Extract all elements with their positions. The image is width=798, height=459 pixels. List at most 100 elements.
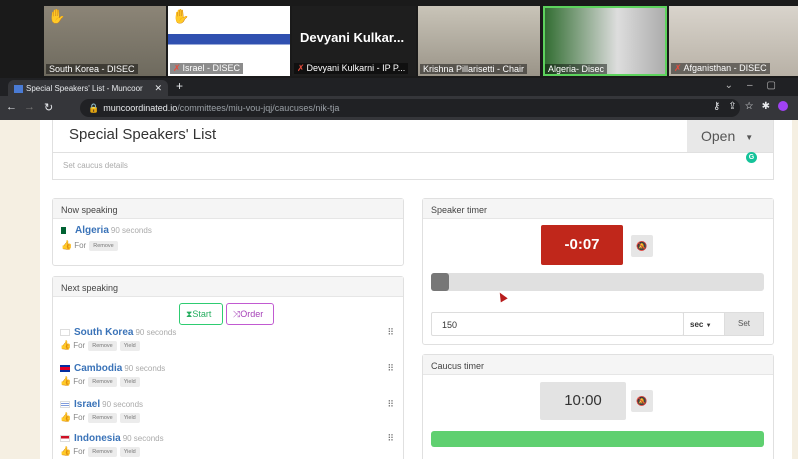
profile-avatar[interactable] — [778, 101, 788, 112]
speaker-timer-display[interactable]: -0:07 — [541, 225, 623, 265]
bell-slash-icon: 🔕 — [636, 241, 648, 251]
queue-item[interactable]: Cambodia 90 seconds ⠿ 👍 For Remove Yield — [60, 363, 400, 387]
url-field[interactable]: 🔒 muncoordinated.io/committees/miu-vou-jq… — [80, 99, 740, 117]
muted-mic-icon: ✗ — [674, 63, 682, 73]
queue-stance: For — [73, 341, 86, 350]
new-tab-button[interactable]: + — [176, 79, 183, 93]
participant-tile[interactable]: ✋ ✗ Israel - DISEC — [168, 6, 290, 76]
caucus-title[interactable]: Special Speakers' List — [69, 126, 216, 143]
speaker-country[interactable]: Algeria — [75, 225, 109, 236]
forward-icon[interactable]: → — [24, 101, 35, 113]
bell-slash-icon: 🔕 — [636, 396, 648, 406]
drag-handle-icon[interactable]: ⠿ — [387, 399, 394, 410]
thumbs-up-icon: 👍 — [60, 340, 72, 350]
mute-bell-button[interactable]: 🔕 — [631, 235, 653, 257]
speaker-stance-line: 👍 For Remove — [61, 240, 395, 251]
queue-stance: For — [73, 447, 86, 456]
israel-flag-icon — [60, 400, 70, 408]
muted-mic-icon: ✗ — [173, 63, 181, 73]
order-button[interactable]: ⤨Order — [226, 303, 274, 325]
thumbs-up-icon: 👍 — [61, 240, 73, 250]
browser-tab-bar: Special Speakers' List - Muncoor ✕ + ⌄–▢ — [0, 78, 798, 96]
participant-tile[interactable]: ✋ South Korea - DISEC — [44, 6, 166, 76]
caucus-title-box[interactable]: Special Speakers' List Open ▼ — [52, 120, 774, 153]
unit-label: sec — [690, 320, 704, 329]
queue-country[interactable]: Indonesia — [74, 433, 121, 444]
site-favicon-icon — [14, 84, 23, 93]
muted-mic-icon: ✗ — [297, 63, 305, 73]
queue-duration: 90 seconds — [102, 400, 144, 409]
url-path: /committees/miu-vou-jqj/caucuses/nik-tja — [177, 103, 340, 113]
slider-handle[interactable] — [431, 273, 449, 291]
queue-country[interactable]: Israel — [74, 399, 100, 410]
url-host: muncoordinated.io — [103, 103, 178, 113]
drag-handle-icon[interactable]: ⠿ — [387, 327, 394, 338]
queue-stance-line: 👍 For Remove Yield — [60, 412, 400, 423]
page-background: Special Speakers' List Open ▼ Set caucus … — [0, 120, 798, 459]
caucus-timer-display[interactable]: 10:00 — [540, 382, 626, 420]
participant-tile-active[interactable]: Algeria- Disec — [543, 6, 667, 76]
queue-stance: For — [73, 377, 86, 386]
queue-duration: 90 seconds — [124, 364, 166, 373]
cambodia-flag-icon — [60, 364, 70, 372]
back-icon[interactable]: ← — [6, 101, 17, 113]
queue-stance-line: 👍 For Remove Yield — [60, 446, 400, 457]
south-korea-flag-icon — [60, 328, 70, 336]
close-tab-icon[interactable]: ✕ — [154, 83, 162, 94]
current-speaker: Algeria 90 seconds 👍 For Remove — [53, 219, 403, 257]
tab-title: Special Speakers' List - Muncoor — [26, 84, 143, 93]
grammarly-icon[interactable]: G — [746, 152, 757, 163]
indonesia-flag-icon — [60, 434, 70, 442]
window-controls[interactable]: ⌄–▢ — [725, 80, 790, 91]
participant-tile[interactable]: Krishna Pillarisetti - Chair — [418, 6, 540, 76]
browser-address-bar: ← → ↻ 🔒 muncoordinated.io/committees/miu-… — [0, 96, 798, 120]
participant-tile[interactable]: Devyani Kulkar... ✗ Devyani Kulkarni - IP… — [292, 6, 416, 76]
speaker-timer-header: Speaker timer — [423, 199, 773, 219]
drag-handle-icon[interactable]: ⠿ — [387, 433, 394, 444]
lock-icon: 🔒 — [88, 103, 100, 113]
yield-button[interactable]: Yield — [119, 446, 140, 457]
start-button[interactable]: ⧗Start — [179, 303, 223, 325]
queue-item[interactable]: Indonesia 90 seconds ⠿ 👍 For Remove Yield — [60, 433, 400, 457]
remove-button[interactable]: Remove — [88, 412, 117, 423]
caucus-details-field[interactable]: Set caucus details G — [52, 152, 774, 180]
thumbs-up-icon: 👍 — [60, 446, 72, 456]
remove-button[interactable]: Remove — [89, 240, 118, 251]
algeria-flag-icon — [61, 226, 71, 234]
browser-toolbar-icons[interactable]: ⚷⇪☆✱ — [713, 101, 788, 112]
remove-button[interactable]: Remove — [88, 446, 117, 457]
participant-name: ✗ Afganisthan - DISEC — [671, 63, 770, 74]
caucus-timer-panel: Caucus timer 10:00 🔕 — [422, 354, 774, 459]
queue-stance-line: 👍 For Remove Yield — [60, 340, 400, 351]
queue-country[interactable]: South Korea — [74, 327, 133, 338]
yield-button[interactable]: Yield — [119, 376, 140, 387]
duration-input[interactable]: 150 — [431, 312, 684, 336]
yield-button[interactable]: Yield — [119, 340, 140, 351]
browser-tab[interactable]: Special Speakers' List - Muncoor ✕ — [8, 80, 168, 96]
caucus-page: Special Speakers' List Open ▼ Set caucus … — [40, 120, 792, 459]
unit-select[interactable]: sec ▼ — [683, 312, 725, 336]
caret-down-icon: ▼ — [745, 132, 754, 142]
remove-button[interactable]: Remove — [88, 376, 117, 387]
mute-bell-button[interactable]: 🔕 — [631, 390, 653, 412]
queue-country[interactable]: Cambodia — [74, 363, 122, 374]
participant-name: ✗ Devyani Kulkarni - IP P... — [294, 63, 409, 74]
start-label: Start — [192, 309, 212, 319]
queue-duration: 90 seconds — [122, 434, 164, 443]
caucus-timer-progress — [431, 431, 764, 447]
caucus-details-placeholder: Set caucus details — [63, 161, 128, 170]
raised-hand-icon: ✋ — [172, 8, 190, 24]
queue-stance: For — [73, 413, 86, 422]
queue-item[interactable]: South Korea 90 seconds ⠿ 👍 For Remove Yield — [60, 327, 400, 351]
caucus-status-dropdown[interactable]: Open ▼ — [687, 120, 773, 152]
now-speaking-panel: Now speaking Algeria 90 seconds 👍 For Remov… — [52, 198, 404, 266]
set-button[interactable]: Set — [724, 312, 764, 336]
participant-tile[interactable]: ✗ Afganisthan - DISEC — [669, 6, 798, 76]
yield-button[interactable]: Yield — [119, 412, 140, 423]
drag-handle-icon[interactable]: ⠿ — [387, 363, 394, 374]
reload-icon[interactable]: ↻ — [44, 101, 53, 114]
caret-down-icon: ▼ — [705, 323, 712, 329]
queue-item[interactable]: Israel 90 seconds ⠿ 👍 For Remove Yield — [60, 399, 400, 423]
remove-button[interactable]: Remove — [88, 340, 117, 351]
speaker-timer-slider[interactable] — [431, 273, 764, 291]
